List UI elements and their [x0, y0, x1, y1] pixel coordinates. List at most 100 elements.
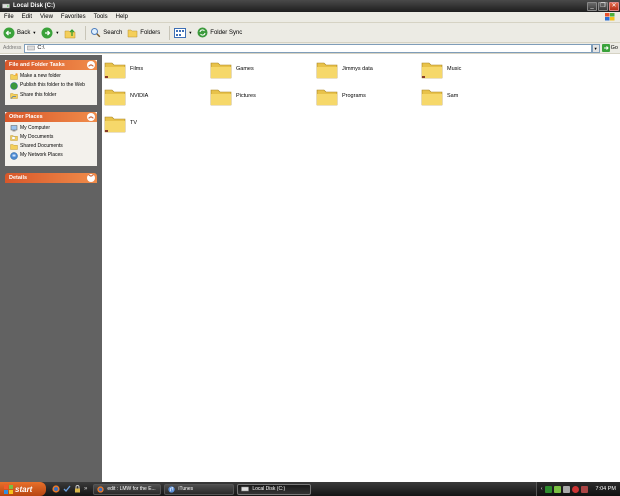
folder-label: Games — [236, 66, 254, 72]
lock-icon[interactable] — [74, 485, 81, 493]
menu-tools[interactable]: Tools — [90, 14, 112, 20]
tray-security-icon[interactable] — [571, 485, 579, 493]
address-input[interactable]: C:\ — [24, 43, 592, 53]
search-button[interactable]: Search — [90, 27, 122, 38]
tray-expand-icon[interactable]: ‹ — [541, 486, 543, 492]
menu-file[interactable]: File — [0, 14, 18, 20]
firefox-icon[interactable] — [52, 485, 60, 493]
folder-item[interactable]: Jimmys data — [316, 58, 422, 80]
quick-launch-more-icon[interactable]: » — [84, 486, 87, 492]
shared-documents-link[interactable]: Shared Documents — [10, 143, 94, 150]
windows-flag-icon — [605, 13, 615, 21]
shared-documents-label: Shared Documents — [20, 143, 63, 149]
task-pane: File and Folder Tasks ︽ Make a new folde… — [0, 55, 102, 482]
folder-item[interactable]: Programs — [316, 85, 422, 107]
address-label: Address — [3, 45, 22, 51]
window-title: Local Disk (C:) — [13, 3, 56, 9]
publish-folder-link[interactable]: Publish this folder to the Web — [10, 82, 94, 90]
start-button[interactable]: start — [0, 482, 46, 496]
expand-chevron-icon[interactable]: ︾ — [87, 174, 95, 182]
folder-icon — [104, 116, 126, 133]
back-label: Back — [17, 29, 31, 36]
folders-button[interactable]: Folders — [127, 27, 160, 38]
folder-item[interactable]: Games — [210, 58, 316, 80]
new-folder-icon — [10, 73, 18, 80]
details-pane: Details ︾ — [5, 173, 97, 183]
address-dropdown-button[interactable]: ▼ — [591, 43, 600, 53]
go-button[interactable]: Go — [601, 44, 618, 52]
folder-icon — [316, 62, 338, 79]
file-folder-tasks-header[interactable]: File and Folder Tasks ︽ — [5, 60, 97, 70]
shared-documents-icon — [10, 144, 18, 150]
folder-sync-label: Folder Sync — [210, 29, 243, 36]
taskbar-item-label: Local Disk (C:) — [252, 486, 286, 492]
share-folder-link[interactable]: Share this folder — [10, 92, 94, 99]
folder-icon — [316, 89, 338, 106]
my-computer-label: My Computer — [20, 125, 51, 131]
folder-item[interactable]: Sam — [421, 85, 527, 107]
back-button[interactable]: Back ▼ — [3, 27, 36, 39]
views-button[interactable]: ▼ — [174, 27, 192, 38]
tray-network-icon[interactable] — [553, 485, 561, 493]
folder-label: Music — [447, 66, 462, 72]
folder-up-icon — [65, 28, 76, 38]
up-button[interactable] — [64, 27, 76, 39]
close-button[interactable]: ✕ — [609, 1, 619, 11]
itunes-icon — [168, 485, 175, 493]
make-new-folder-label: Make a new folder — [20, 73, 61, 79]
tray-app-icon[interactable] — [580, 485, 588, 493]
back-dropdown-icon[interactable]: ▼ — [32, 30, 36, 35]
minimize-button[interactable]: _ — [587, 1, 597, 11]
folder-item[interactable]: NVIDIA — [104, 85, 210, 107]
folder-item[interactable]: Music — [421, 58, 527, 80]
computer-icon — [10, 125, 18, 132]
my-documents-link[interactable]: My Documents — [10, 134, 94, 141]
taskbar-item-edit[interactable]: edit : LMW for the E... — [93, 483, 162, 495]
folder-item[interactable]: Pictures — [210, 85, 316, 107]
forward-button[interactable]: ▼ — [41, 27, 59, 39]
go-label: Go — [610, 45, 618, 51]
menu-edit[interactable]: Edit — [18, 14, 36, 20]
search-icon — [91, 28, 101, 38]
details-header[interactable]: Details ︾ — [5, 173, 97, 183]
shared-folder-icon — [10, 93, 18, 99]
standard-toolbar: Back ▼ ▼ Search Folders ▼ Folder Sync — [0, 23, 620, 43]
taskbar-item-local-disk[interactable]: Local Disk (C:) — [237, 483, 312, 495]
publish-folder-label: Publish this folder to the Web — [20, 82, 85, 88]
views-dropdown-icon[interactable]: ▼ — [188, 30, 192, 35]
folder-sync-button[interactable]: Folder Sync — [197, 27, 242, 38]
menu-favorites[interactable]: Favorites — [57, 14, 90, 20]
taskbar-item-itunes[interactable]: iTunes — [164, 483, 235, 495]
other-places-title: Other Places — [9, 114, 43, 120]
folder-item[interactable]: TV — [104, 112, 210, 134]
menu-view[interactable]: View — [36, 14, 57, 20]
my-computer-link[interactable]: My Computer — [10, 125, 94, 132]
restore-button[interactable]: ❐ — [598, 1, 608, 11]
search-label: Search — [103, 29, 123, 36]
toolbar-separator — [169, 25, 171, 40]
drive-icon — [27, 45, 36, 51]
title-bar[interactable]: Local Disk (C:) _ ❐ ✕ — [0, 0, 620, 12]
details-title: Details — [9, 175, 28, 181]
menu-help[interactable]: Help — [112, 14, 132, 20]
forward-dropdown-icon[interactable]: ▼ — [55, 30, 59, 35]
other-places-header[interactable]: Other Places ︽ — [5, 112, 97, 122]
folder-icon — [421, 62, 443, 79]
other-places-pane: Other Places ︽ My Computer My Documents … — [5, 112, 97, 166]
folder-item[interactable]: Films — [104, 58, 210, 80]
folder-label: Programs — [342, 93, 366, 99]
collapse-chevron-icon[interactable]: ︽ — [87, 61, 95, 69]
my-documents-label: My Documents — [20, 134, 54, 140]
folder-label: Jimmys data — [342, 66, 373, 72]
start-label: start — [15, 484, 33, 494]
my-network-places-link[interactable]: My Network Places — [10, 152, 94, 160]
tray-shield-icon[interactable] — [544, 485, 552, 493]
make-new-folder-link[interactable]: Make a new folder — [10, 73, 94, 80]
folders-label: Folders — [140, 29, 161, 36]
checkmark-icon[interactable] — [63, 485, 71, 493]
views-icon — [174, 27, 187, 38]
system-tray: ‹ 7:04 PM — [535, 482, 620, 496]
clock: 7:04 PM — [595, 486, 616, 492]
tray-volume-icon[interactable] — [562, 485, 570, 493]
collapse-chevron-icon[interactable]: ︽ — [87, 113, 95, 121]
